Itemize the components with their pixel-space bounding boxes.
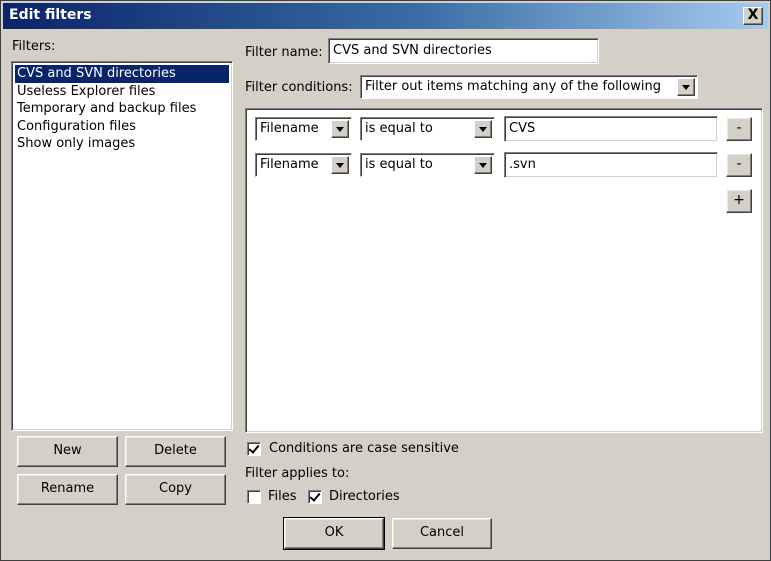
condition-value-input[interactable]: .svn — [504, 152, 718, 178]
add-condition-button[interactable]: + — [726, 189, 752, 213]
filters-label: Filters: — [12, 39, 56, 54]
condition-field-value: Filename — [260, 121, 319, 136]
filter-item-show-only-images[interactable]: Show only images — [15, 135, 229, 153]
filter-applies-to-label: Filter applies to: — [245, 466, 350, 481]
filter-item-cvs-svn[interactable]: CVS and SVN directories — [15, 65, 229, 83]
case-sensitive-checkbox[interactable] — [247, 442, 261, 456]
files-checkbox[interactable] — [247, 490, 261, 504]
case-sensitive-label[interactable]: Conditions are case sensitive — [269, 441, 459, 456]
chevron-down-icon[interactable] — [474, 156, 492, 174]
close-button[interactable]: X — [743, 7, 763, 25]
condition-operator-select[interactable]: is equal to — [360, 153, 495, 177]
edit-filters-dialog: Edit filters X Filters: CVS and SVN dire… — [0, 0, 771, 561]
delete-button[interactable]: Delete — [125, 436, 226, 467]
files-label[interactable]: Files — [268, 489, 297, 504]
condition-operator-select[interactable]: is equal to — [360, 117, 495, 141]
new-button[interactable]: New — [17, 436, 118, 467]
filter-item-temporary-backup[interactable]: Temporary and backup files — [15, 100, 229, 118]
remove-condition-button[interactable]: - — [726, 117, 752, 141]
ok-button[interactable]: OK — [283, 517, 385, 550]
filter-conditions-mode-value: Filter out items matching any of the fol… — [365, 79, 661, 94]
directories-label[interactable]: Directories — [329, 489, 400, 504]
chevron-down-icon[interactable] — [474, 120, 492, 138]
condition-operator-value: is equal to — [365, 121, 433, 136]
remove-condition-button[interactable]: - — [726, 153, 752, 177]
window-title: Edit filters — [9, 7, 92, 23]
cancel-button[interactable]: Cancel — [392, 518, 492, 549]
filters-list[interactable]: CVS and SVN directories Useless Explorer… — [11, 61, 233, 431]
filter-item-useless-explorer[interactable]: Useless Explorer files — [15, 83, 229, 101]
condition-operator-value: is equal to — [365, 157, 433, 172]
condition-field-select[interactable]: Filename — [255, 117, 352, 141]
condition-field-value: Filename — [260, 157, 319, 172]
chevron-down-icon[interactable] — [331, 156, 349, 174]
title-bar[interactable]: Edit filters X — [3, 3, 768, 29]
chevron-down-icon[interactable] — [677, 78, 695, 96]
filter-name-label: Filter name: — [245, 45, 323, 60]
filter-conditions-mode-select[interactable]: Filter out items matching any of the fol… — [360, 75, 698, 99]
filter-name-input[interactable]: CVS and SVN directories — [328, 38, 599, 64]
condition-value-input[interactable]: CVS — [504, 116, 718, 142]
copy-button[interactable]: Copy — [125, 474, 226, 505]
filter-conditions-label: Filter conditions: — [245, 80, 353, 95]
filter-item-configuration[interactable]: Configuration files — [15, 118, 229, 136]
directories-checkbox[interactable] — [308, 490, 322, 504]
chevron-down-icon[interactable] — [331, 120, 349, 138]
condition-field-select[interactable]: Filename — [255, 153, 352, 177]
rename-button[interactable]: Rename — [17, 474, 118, 505]
